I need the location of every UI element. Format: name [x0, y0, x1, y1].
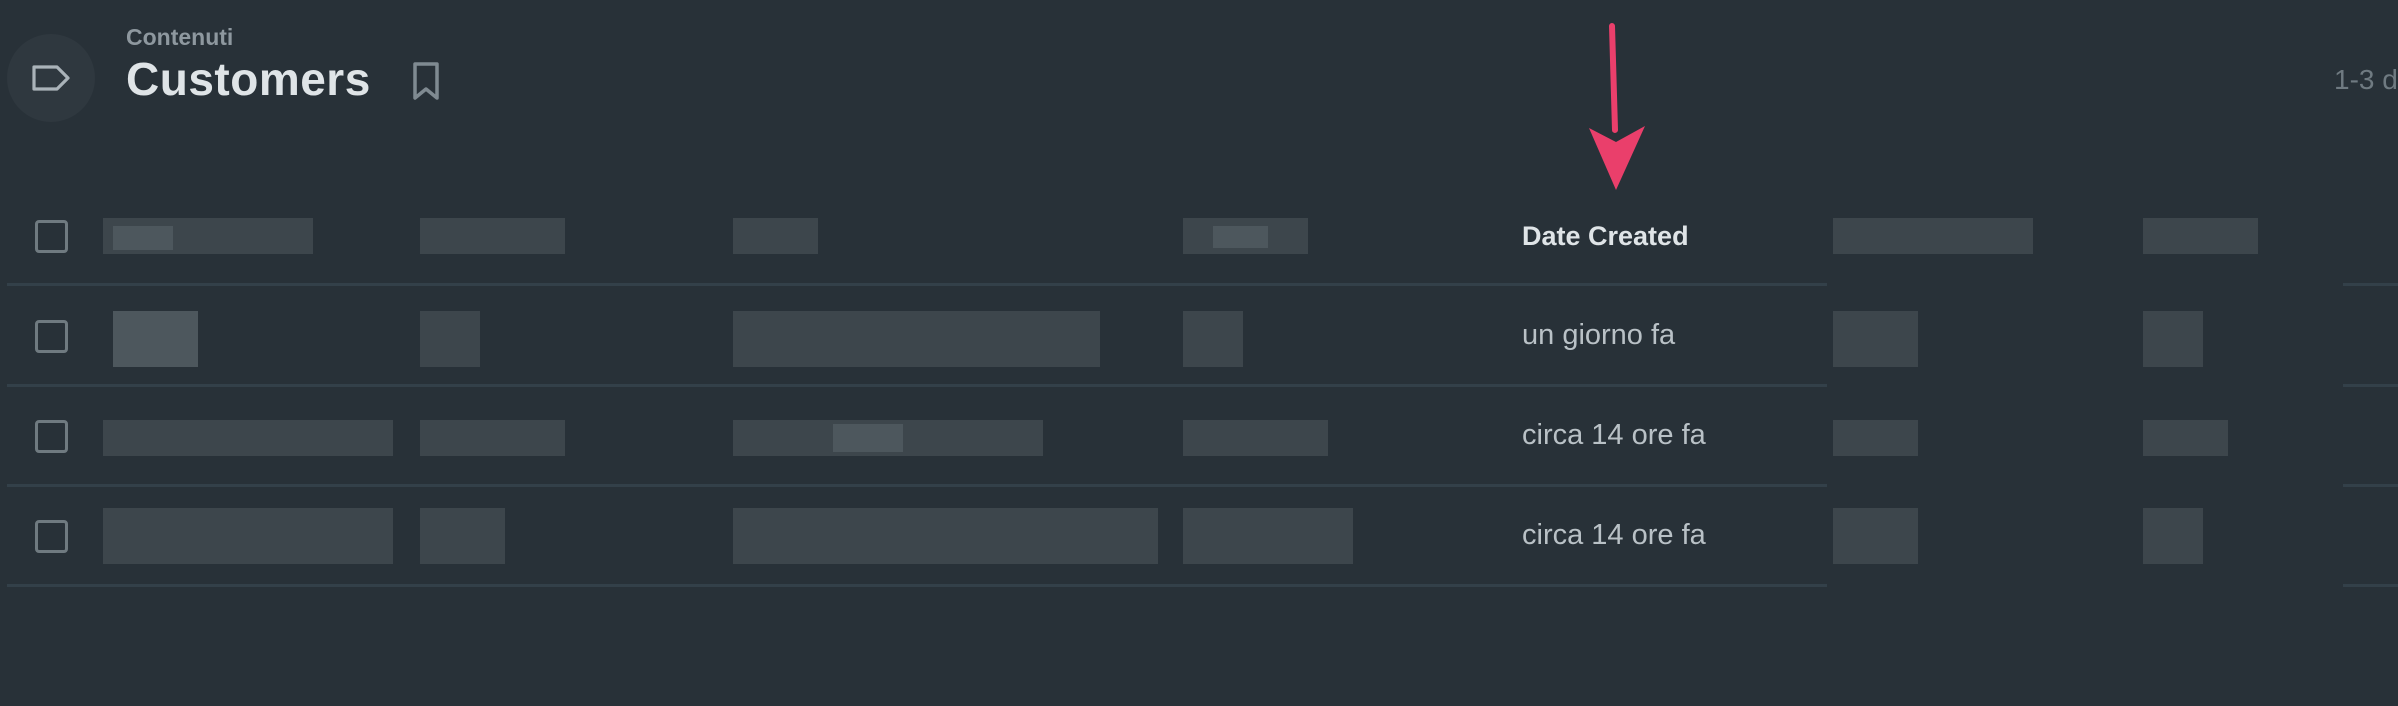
- bookmark-icon: [413, 62, 439, 100]
- redacted-cell: [1183, 420, 1328, 456]
- row-divider: [2343, 484, 2398, 487]
- redacted-cell: [1833, 311, 1918, 367]
- breadcrumb[interactable]: Contenuti: [126, 24, 233, 51]
- column-header-redacted[interactable]: [733, 218, 818, 254]
- tag-icon: [32, 65, 70, 91]
- redacted-cell: [103, 420, 393, 456]
- row-divider: [7, 384, 1827, 387]
- bookmark-button[interactable]: [408, 60, 444, 102]
- redacted-cell: [420, 508, 505, 564]
- app-window: Contenuti Customers 1-3 di 3 Date Create…: [0, 0, 2398, 706]
- date-created-cell: un giorno fa: [1522, 319, 1676, 351]
- redacted-cell: [2143, 311, 2203, 367]
- collection-icon-button[interactable]: [7, 34, 95, 122]
- row-divider: [2343, 283, 2398, 286]
- redacted-cell: [1183, 311, 1243, 367]
- date-created-cell: circa 14 ore fa: [1522, 419, 1706, 451]
- redacted-cell: [103, 508, 393, 564]
- column-header-redacted[interactable]: [420, 218, 565, 254]
- redacted-cell: [420, 311, 480, 367]
- redacted-cell: [420, 420, 565, 456]
- date-created-cell: circa 14 ore fa: [1522, 519, 1706, 551]
- page-title: Customers: [126, 53, 371, 105]
- pagination-info: 1-3 di 3: [2334, 64, 2398, 95]
- redacted-cell: [733, 508, 1158, 564]
- row-divider: [2343, 384, 2398, 387]
- redacted-block: [833, 424, 903, 452]
- redacted-cell: [113, 311, 198, 367]
- row-checkbox[interactable]: [35, 320, 68, 353]
- redacted-block: [1213, 226, 1268, 248]
- redacted-cell: [2143, 508, 2203, 564]
- row-checkbox[interactable]: [35, 420, 68, 453]
- row-divider: [7, 283, 1827, 286]
- row-checkbox[interactable]: [35, 520, 68, 553]
- redacted-cell: [2143, 420, 2228, 456]
- row-divider: [7, 584, 1827, 587]
- redacted-cell: [1183, 508, 1353, 564]
- column-header-date-created[interactable]: Date Created: [1522, 221, 1689, 252]
- redacted-cell: [1833, 420, 1918, 456]
- row-divider: [7, 484, 1827, 487]
- column-header-redacted[interactable]: [1833, 218, 2033, 254]
- redacted-cell: [733, 311, 1100, 367]
- row-divider: [2343, 584, 2398, 587]
- redacted-cell: [1833, 508, 1918, 564]
- redacted-block: [113, 226, 173, 250]
- select-all-checkbox[interactable]: [35, 220, 68, 253]
- annotation-arrow-icon: [1589, 23, 1645, 190]
- column-header-redacted[interactable]: [2143, 218, 2258, 254]
